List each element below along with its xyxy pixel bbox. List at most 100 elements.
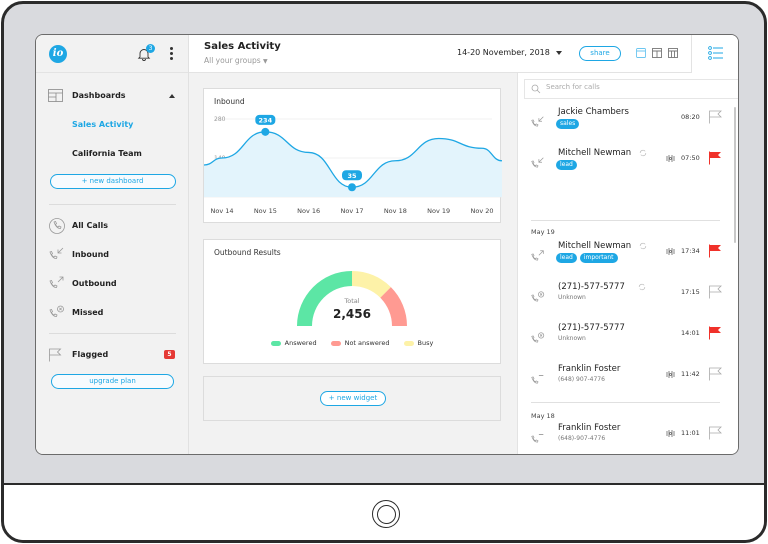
caller-name: Mitchell Newman <box>558 148 632 158</box>
legend-item[interactable]: Not answered <box>330 339 390 347</box>
inbound-call-icon <box>49 247 64 259</box>
sidebar-item-california-team[interactable]: California Team <box>36 139 189 168</box>
group-select-value: All your groups <box>204 56 261 65</box>
sidebar-divider <box>49 204 176 205</box>
call-list-item[interactable]: Franklin Foster (648) 907-4776 11:42 <box>518 362 734 402</box>
x-tick-label: Nov 14 <box>210 207 233 215</box>
recording-icon[interactable] <box>666 430 675 437</box>
missed-call-icon <box>531 291 545 302</box>
data-label: 234 <box>259 116 273 124</box>
flagged-count-badge: 5 <box>164 350 175 359</box>
total-value: 2,456 <box>333 307 371 321</box>
chevron-up-icon[interactable] <box>169 93 175 98</box>
app-logo[interactable]: io <box>49 45 67 63</box>
add-widget-area: + new widget <box>203 376 501 421</box>
data-point[interactable] <box>261 127 270 136</box>
legend-swatch <box>270 340 281 346</box>
legend-label: Not answered <box>344 339 390 347</box>
legend-item[interactable]: Busy <box>403 339 434 347</box>
legend-label: Busy <box>417 339 434 347</box>
legend-swatch <box>403 340 414 346</box>
flag-outline-icon[interactable] <box>708 110 722 124</box>
missed-call-icon <box>49 305 64 317</box>
layout-single-column-icon[interactable] <box>636 48 646 58</box>
sidebar-item-inbound[interactable]: Inbound <box>36 240 189 269</box>
sidebar-item-sales-activity[interactable]: Sales Activity <box>36 110 189 139</box>
call-time: 11:01 <box>681 429 700 437</box>
upgrade-plan-button[interactable]: upgrade plan <box>51 374 174 389</box>
legend-item[interactable]: Answered <box>270 339 317 347</box>
missed-call-icon <box>531 332 545 343</box>
scrollbar[interactable] <box>734 107 736 243</box>
recording-icon[interactable] <box>666 371 675 378</box>
layout-two-column-icon[interactable] <box>652 48 662 58</box>
date-range-select[interactable]: 14-20 November, 2018 <box>457 48 562 57</box>
notification-badge: 3 <box>146 44 155 53</box>
total-label: Total <box>344 297 360 305</box>
flag-icon <box>49 348 62 361</box>
outbound-call-icon <box>531 250 544 261</box>
call-time: 08:20 <box>681 113 700 121</box>
filter-label: Outbound <box>72 279 117 288</box>
group-select[interactable]: All your groups ▼ <box>204 56 268 65</box>
inbound-chart: 280140Nov 14Nov 15Nov 16Nov 17Nov 18Nov … <box>204 114 502 215</box>
call-list-item[interactable]: (271)-577-5777 Unknown 14:01 <box>518 321 734 361</box>
dashboards-label: Dashboards <box>72 91 126 100</box>
list-icon[interactable] <box>708 46 724 60</box>
layout-three-column-icon[interactable] <box>668 48 678 58</box>
recording-icon[interactable] <box>666 248 675 255</box>
page-title: Sales Activity <box>204 41 281 52</box>
tag-list: lead important <box>556 253 618 263</box>
caller-subtitle: (648) 907-4776 <box>558 376 605 383</box>
call-list-item[interactable]: Mitchell Newman lead important 17:34 <box>518 239 734 279</box>
new-widget-button[interactable]: + new widget <box>320 391 386 406</box>
flag-icon[interactable] <box>708 244 722 258</box>
tag-badge[interactable]: sales <box>556 119 580 129</box>
dashboard-label: California Team <box>72 149 142 158</box>
dashboard-icon <box>48 89 63 102</box>
flag-outline-icon[interactable] <box>708 367 722 381</box>
new-dashboard-button[interactable]: + new dashboard <box>49 174 176 189</box>
tag-badge[interactable]: lead <box>556 160 577 170</box>
filter-label: Inbound <box>72 250 110 259</box>
more-menu-icon[interactable] <box>170 47 174 61</box>
app-screen: io 3 Dashboards Sales Activity Californi… <box>35 34 739 455</box>
dashboards-section: Dashboards Sales Activity California Tea… <box>36 81 189 196</box>
outbound-results-widget: Outbound Results Total 2,456 Answered Not… <box>203 239 501 364</box>
caller-subtitle: Unknown <box>558 294 586 301</box>
calls-panel: Jackie Chambers sales 08:20 Mitchell Newman… <box>517 73 738 454</box>
flag-outline-icon[interactable] <box>708 285 722 299</box>
call-list-item[interactable]: (271)-577-5777 Unknown 17:15 <box>518 280 734 320</box>
flagged-label: Flagged <box>72 350 109 359</box>
dashboards-toggle[interactable]: Dashboards <box>36 81 189 110</box>
sidebar-item-all-calls[interactable]: All Calls <box>36 211 189 240</box>
tablet-frame: io 3 Dashboards Sales Activity Californi… <box>1 1 767 543</box>
sidebar-item-outbound[interactable]: Outbound <box>36 269 189 298</box>
data-point[interactable] <box>348 183 356 192</box>
sidebar-divider <box>49 333 176 334</box>
call-list-item[interactable]: Franklin Foster (648)-907-4776 11:01 <box>518 421 734 454</box>
sidebar-item-missed[interactable]: Missed <box>36 298 189 327</box>
date-range-value: 14-20 November, 2018 <box>457 48 550 57</box>
sidebar-item-flagged[interactable]: Flagged 5 <box>36 340 189 369</box>
tag-badge[interactable]: lead <box>556 253 577 263</box>
chevron-down-icon: ▼ <box>263 58 268 65</box>
search-box <box>524 79 738 99</box>
caller-name: Jackie Chambers <box>558 107 629 117</box>
search-input[interactable] <box>546 83 726 91</box>
x-tick-label: Nov 19 <box>427 207 450 215</box>
call-time: 07:50 <box>681 154 700 162</box>
date-group-label: May 19 <box>531 228 555 236</box>
tag-list: lead <box>556 160 577 170</box>
call-list-item[interactable]: Jackie Chambers sales 08:20 <box>518 105 734 145</box>
flag-outline-icon[interactable] <box>708 426 722 440</box>
flag-icon[interactable] <box>708 151 722 165</box>
flag-icon[interactable] <box>708 326 722 340</box>
filter-label: Missed <box>72 308 104 317</box>
share-button[interactable]: share <box>579 46 621 61</box>
home-button[interactable] <box>372 500 400 528</box>
call-list-item[interactable]: Mitchell Newman lead 07:50 <box>518 146 734 186</box>
recording-icon[interactable] <box>666 155 675 162</box>
tag-badge[interactable]: important <box>579 253 618 263</box>
sync-icon <box>639 149 647 157</box>
